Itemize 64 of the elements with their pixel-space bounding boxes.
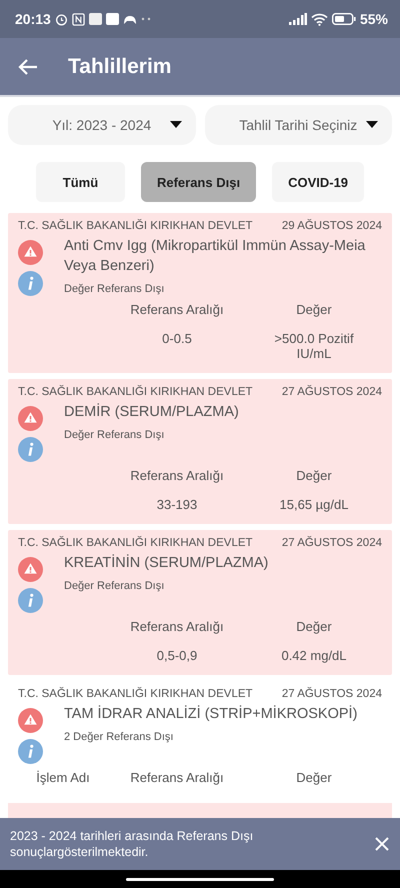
screen-title: Tahlillerim xyxy=(68,54,172,78)
test-name: Anti Cmv Igg (Mikropartikül Immün Assay-Meia Veya Benzeri) xyxy=(64,238,366,274)
result-card[interactable]: T.C. SAĞLIK BAKANLIĞI KIRIKHAN DEVLET 27 AĞUSTOS 2024 KREATİNİN (SERUM/PLAZMA) Değer Referans Dışı Referans Aralığı Değer 0,5-0,9 0.42 mg/dL xyxy=(8,530,392,675)
out-of-range-note: Değer Referans Dışı xyxy=(64,580,166,592)
out-of-range-note: 2 Değer Referans Dışı xyxy=(64,731,174,743)
filter-chip[interactable]: Referans Dışı xyxy=(140,162,256,202)
info-icon xyxy=(18,588,43,613)
caret-icon xyxy=(366,121,378,128)
column-header: Referans Aralığı xyxy=(130,770,224,785)
result-date: 27 AĞUSTOS 2024 xyxy=(282,537,382,549)
result-date: 29 AĞUSTOS 2024 xyxy=(282,220,382,232)
caret-icon xyxy=(170,121,182,128)
notification-icon xyxy=(122,14,137,24)
table-cell: 0,5-0,9 xyxy=(156,648,198,663)
battery-level: 55% xyxy=(360,11,388,27)
out-of-range-note: Değer Referans Dışı xyxy=(64,429,166,441)
filter-dropdown[interactable]: Tahlil Tarihi Seçiniz xyxy=(204,105,392,145)
column-header: Değer xyxy=(296,302,332,317)
result-date: 27 AĞUSTOS 2024 xyxy=(282,688,382,700)
signal-icon xyxy=(288,13,307,25)
filter-chip[interactable]: COVID-19 xyxy=(272,162,364,202)
column-header: Değer xyxy=(296,468,332,483)
column-header: Değer xyxy=(296,619,332,634)
institution-name: T.C. SAĞLIK BAKANLIĞI KIRIKHAN DEVLET xyxy=(18,688,253,700)
table-cell: 33-193 xyxy=(156,497,198,512)
filter-chip[interactable]: Tümü xyxy=(36,162,125,202)
notification-icon xyxy=(88,13,102,25)
test-name: DEMİR (SERUM/PLAZMA) xyxy=(64,404,239,420)
back-button[interactable] xyxy=(18,58,38,76)
warning-icon xyxy=(18,240,43,265)
battery-icon xyxy=(332,13,356,25)
table-cell: 15,65 µg/dL xyxy=(280,497,348,512)
notification-icon xyxy=(106,13,119,25)
column-header: Referans Aralığı xyxy=(130,468,224,483)
institution-name: T.C. SAĞLIK BAKANLIĞI KIRIKHAN DEVLET xyxy=(18,220,253,232)
column-header: Referans Aralığı xyxy=(130,619,224,634)
column-header: İşlem Adı xyxy=(36,770,90,785)
snackbar-message: 2023 - 2024 tarihleri arasında Referans Dışı sonuçlargösterilmektedir. xyxy=(10,828,254,860)
more-icon xyxy=(140,17,151,21)
column-header: Değer xyxy=(296,770,332,785)
wifi-icon xyxy=(310,12,328,26)
result-card[interactable]: T.C. SAĞLIK BAKANLIĞI KIRIKHAN DEVLET 29 AĞUSTOS 2024 Anti Cmv Igg (Mikropartikül Immün Assay-Meia Veya Benzeri) Değer Referans Dışı Referans Aralığı Değer 0-0.5 >500.0 Pozitif IU/mL xyxy=(8,213,392,373)
institution-name: T.C. SAĞLIK BAKANLIĞI KIRIKHAN DEVLET xyxy=(18,386,253,398)
info-icon xyxy=(18,437,43,462)
result-date: 27 AĞUSTOS 2024 xyxy=(282,386,382,398)
info-icon xyxy=(18,271,43,296)
nfc-icon xyxy=(72,12,85,26)
test-name: KREATİNİN (SERUM/PLAZMA) xyxy=(64,555,268,571)
info-icon xyxy=(18,739,43,764)
warning-icon xyxy=(18,708,43,733)
out-of-range-note: Değer Referans Dışı xyxy=(64,283,166,295)
column-header: Referans Aralığı xyxy=(130,302,224,317)
result-card[interactable]: T.C. SAĞLIK BAKANLIĞI KIRIKHAN DEVLET 27 AĞUSTOS 2024 DEMİR (SERUM/PLAZMA) Değer Referans Dışı Referans Aralığı Değer 33-193 15,65 µg/dL xyxy=(8,379,392,524)
table-cell: 0.42 mg/dL xyxy=(281,648,347,663)
filter-dropdown[interactable]: Yıl: 2023 - 2024 xyxy=(8,105,196,145)
test-name: TAM İDRAR ANALİZİ (STRİP+MİKROSKOPİ) xyxy=(64,706,358,722)
alarm-icon xyxy=(54,12,68,26)
close-button[interactable] xyxy=(374,836,390,852)
institution-name: T.C. SAĞLIK BAKANLIĞI KIRIKHAN DEVLET xyxy=(18,537,253,549)
status-time: 20:13 xyxy=(15,11,51,27)
warning-icon xyxy=(18,557,43,582)
warning-icon xyxy=(18,406,43,431)
table-cell-text: 0-0.5 xyxy=(162,331,192,348)
table-cell-text: >500.0 Pozitif IU/mL xyxy=(273,331,355,361)
